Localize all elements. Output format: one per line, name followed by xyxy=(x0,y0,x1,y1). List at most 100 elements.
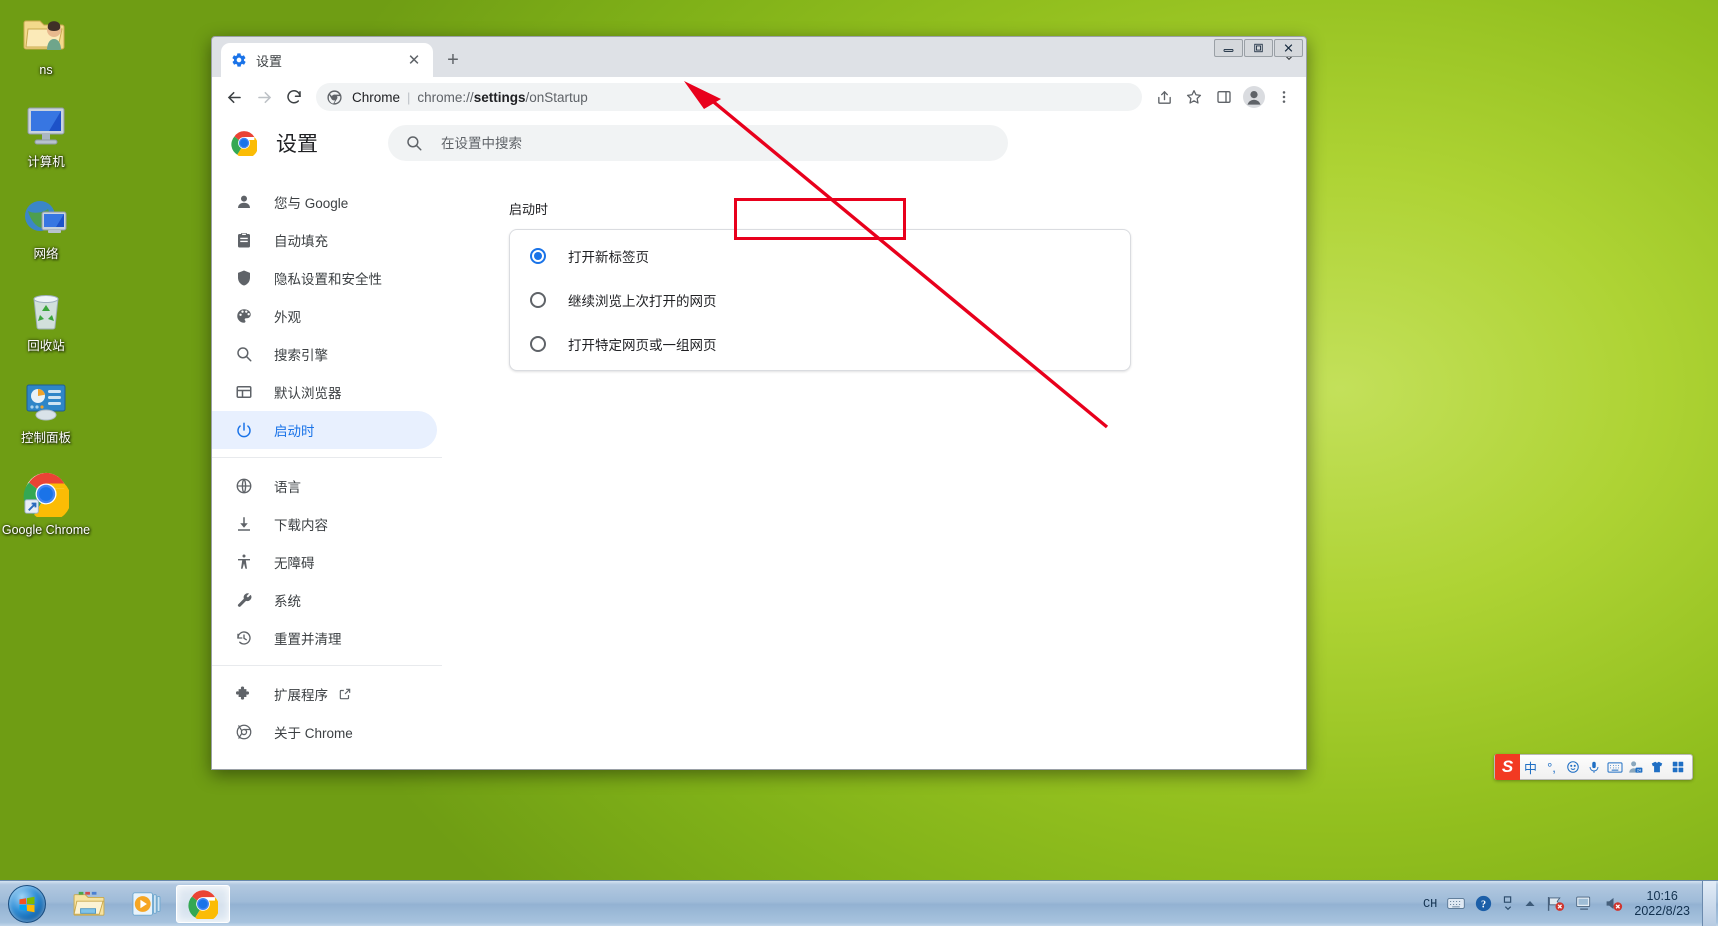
sidebar-item-label: 关于 Chrome xyxy=(274,726,353,741)
sidebar-item-privacy-security[interactable]: 隐私设置和安全性 xyxy=(212,259,437,297)
taskbar-item-file-explorer[interactable] xyxy=(62,885,116,923)
clipboard-icon xyxy=(234,230,254,250)
system-tray: CH ? 10:16 2022/8/23 xyxy=(1418,881,1718,926)
tab-settings[interactable]: 设置 ✕ xyxy=(221,43,433,77)
sidebar-item-extensions[interactable]: 扩展程序 xyxy=(212,675,437,713)
new-tab-button[interactable]: + xyxy=(439,46,467,74)
wrench-icon xyxy=(234,590,254,610)
download-icon xyxy=(234,514,254,534)
radio-row-continue-where-left-off[interactable]: 继续浏览上次打开的网页 xyxy=(510,278,1130,322)
puzzle-icon xyxy=(234,684,254,704)
share-icon[interactable] xyxy=(1150,83,1178,111)
sidebar-item-label: 默认浏览器 xyxy=(274,386,342,401)
browser-toolbar: Chrome | chrome://settings/onStartup xyxy=(212,77,1306,117)
desktop-icon-google-chrome[interactable]: Google Chrome xyxy=(0,468,92,538)
forward-icon[interactable] xyxy=(250,83,278,111)
sidebar-item-label: 启动时 xyxy=(274,424,315,439)
desktop-icon-label: 网络 xyxy=(33,247,59,261)
history-restore-icon xyxy=(234,628,254,648)
close-icon[interactable]: ✕ xyxy=(405,51,423,69)
settings-sidebar: 您与 Google 自动填充 隐私设置和安全性 外观 搜索引擎 默认浏览器 启动… xyxy=(212,169,442,769)
taskbar-item-google-chrome[interactable] xyxy=(176,884,230,923)
sidebar-item-label: 您与 Google xyxy=(274,196,349,211)
sogou-ime-toolbar: S 中 °, 24 xyxy=(1494,754,1693,780)
ime-mode-chinese[interactable]: 中 xyxy=(1520,756,1541,778)
more-menu-icon[interactable] xyxy=(1270,83,1298,111)
sidebar-item-you-and-google[interactable]: 您与 Google xyxy=(212,183,437,221)
profile-avatar-icon[interactable] xyxy=(1240,83,1268,111)
ime-keyboard-icon[interactable] xyxy=(1604,756,1625,778)
tray-show-hidden-icon[interactable] xyxy=(1497,895,1519,912)
search-input[interactable] xyxy=(441,135,991,151)
desktop-icon-computer[interactable]: 计算机 xyxy=(0,100,92,170)
palette-icon xyxy=(234,306,254,326)
ime-emoji-icon[interactable] xyxy=(1562,756,1583,778)
desktop-icon-label: 计算机 xyxy=(27,155,65,169)
desktop-icon-ns[interactable]: ns xyxy=(0,8,92,78)
person-icon xyxy=(234,192,254,212)
ime-toolbox-icon[interactable] xyxy=(1667,756,1688,778)
close-button[interactable] xyxy=(1274,39,1303,57)
search-icon xyxy=(405,134,423,152)
start-button[interactable] xyxy=(2,883,52,925)
settings-header: 设置 xyxy=(212,117,1306,169)
sidebar-item-appearance[interactable]: 外观 xyxy=(212,297,437,335)
svg-text:?: ? xyxy=(1481,899,1486,910)
desktop-icon-control-panel[interactable]: 控制面板 xyxy=(0,376,92,446)
sidebar-item-label: 重置并清理 xyxy=(274,632,342,647)
sidebar-item-default-browser[interactable]: 默认浏览器 xyxy=(212,373,437,411)
ime-account-icon[interactable]: 24 xyxy=(1625,756,1646,778)
tray-network-error-icon[interactable] xyxy=(1541,895,1570,912)
sidebar-item-system[interactable]: 系统 xyxy=(212,581,437,619)
ime-microphone-icon[interactable] xyxy=(1583,756,1604,778)
desktop-icon-network[interactable]: 网络 xyxy=(0,192,92,262)
clock-date: 2022/8/23 xyxy=(1634,903,1690,918)
chrome-browser-window: 设置 ✕ + Chrome | chrome://settings/onStar… xyxy=(211,36,1307,770)
radio-row-open-new-tab[interactable]: 打开新标签页 xyxy=(510,234,1130,278)
accessibility-icon xyxy=(234,552,254,572)
ime-skin-icon[interactable] xyxy=(1646,756,1667,778)
desktop-icon-label: Google Chrome xyxy=(1,523,91,537)
sidebar-item-label: 隐私设置和安全性 xyxy=(274,272,382,287)
radio-button[interactable] xyxy=(530,336,546,352)
sidebar-item-about-chrome[interactable]: 关于 Chrome xyxy=(212,713,437,751)
maximize-button[interactable] xyxy=(1244,39,1273,57)
ime-punctuation-icon[interactable]: °, xyxy=(1541,756,1562,778)
sidebar-item-search-engine[interactable]: 搜索引擎 xyxy=(212,335,437,373)
taskbar-item-media-player[interactable] xyxy=(119,885,173,923)
tray-help-icon[interactable]: ? xyxy=(1470,895,1497,912)
address-bar[interactable]: Chrome | chrome://settings/onStartup xyxy=(316,83,1142,111)
section-title-on-startup: 启动时 xyxy=(509,202,549,217)
side-panel-icon[interactable] xyxy=(1210,83,1238,111)
show-desktop-button[interactable] xyxy=(1702,881,1716,926)
sidebar-item-downloads[interactable]: 下载内容 xyxy=(212,505,437,543)
radio-row-open-specific-pages[interactable]: 打开特定网页或一组网页 xyxy=(510,322,1130,366)
sidebar-item-accessibility[interactable]: 无障碍 xyxy=(212,543,437,581)
recycle-bin-icon xyxy=(0,284,92,336)
gear-icon xyxy=(231,52,247,68)
desktop-icon-recycle-bin[interactable]: 回收站 xyxy=(0,284,92,354)
tray-keyboard-icon[interactable] xyxy=(1442,897,1470,910)
chrome-outline-icon xyxy=(234,722,254,742)
omnibox-url: chrome://settings/onStartup xyxy=(417,90,587,105)
folder-user-icon xyxy=(0,8,92,60)
radio-button[interactable] xyxy=(530,292,546,308)
back-icon[interactable] xyxy=(220,83,248,111)
bookmark-star-icon[interactable] xyxy=(1180,83,1208,111)
sidebar-item-reset-cleanup[interactable]: 重置并清理 xyxy=(212,619,437,657)
taskbar-clock[interactable]: 10:16 2022/8/23 xyxy=(1628,889,1700,919)
network-icon xyxy=(0,192,92,244)
nav-group-main: 您与 Google 自动填充 隐私设置和安全性 外观 搜索引擎 默认浏览器 启动… xyxy=(212,183,442,456)
sidebar-item-languages[interactable]: 语言 xyxy=(212,467,437,505)
sidebar-item-autofill[interactable]: 自动填充 xyxy=(212,221,437,259)
radio-button-selected[interactable] xyxy=(530,248,546,264)
tray-display-icon[interactable] xyxy=(1570,895,1599,912)
reload-icon[interactable] xyxy=(280,83,308,111)
search-box[interactable] xyxy=(388,125,1008,161)
tray-volume-muted-icon[interactable] xyxy=(1599,895,1628,912)
tray-language-indicator[interactable]: CH xyxy=(1418,897,1442,911)
minimize-button[interactable] xyxy=(1214,39,1243,57)
tray-expand-icon[interactable] xyxy=(1519,899,1541,909)
sidebar-item-on-startup[interactable]: 启动时 xyxy=(212,411,437,449)
sogou-logo-icon[interactable]: S xyxy=(1495,754,1520,780)
